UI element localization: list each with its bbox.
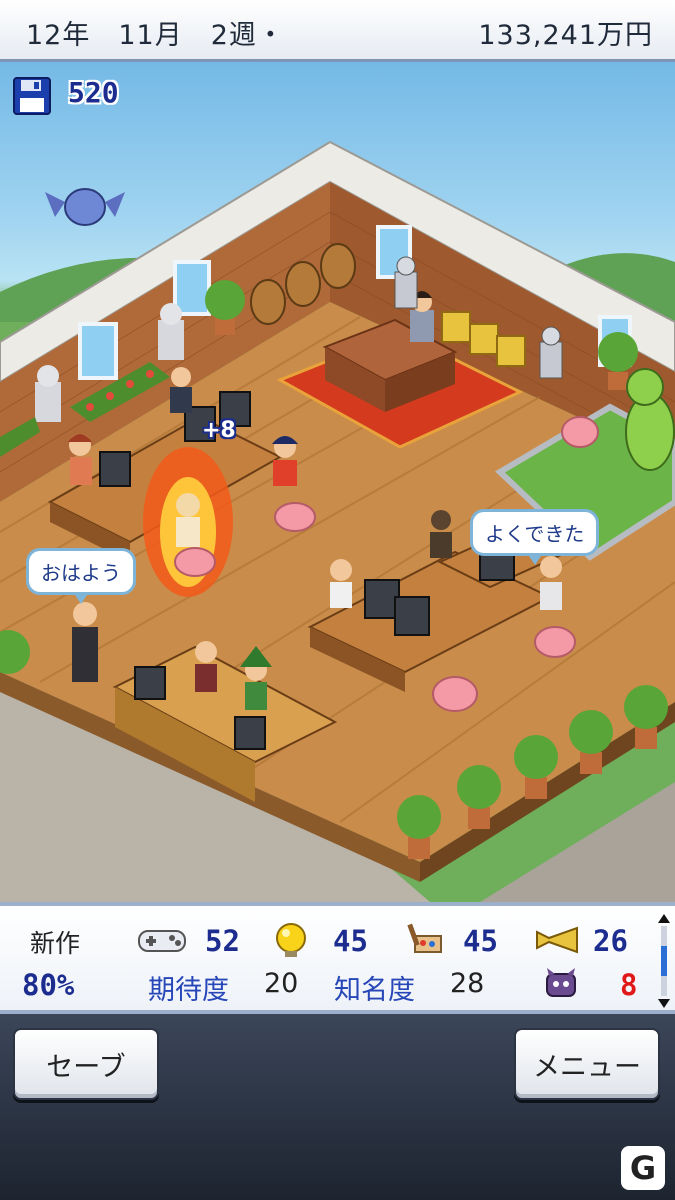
expectation-label: 期待度 — [148, 975, 229, 1006]
office-scene[interactable]: 520 +8 おはよう よくできた — [0, 62, 675, 902]
fame-value: 28 — [450, 968, 485, 999]
horn-icon — [535, 924, 581, 960]
fun-stat-value: 52 — [205, 924, 240, 958]
game-date: 12年 11月 2週・ — [26, 20, 285, 51]
save-button[interactable]: セーブ — [13, 1028, 159, 1100]
creativity-stat-value: 45 — [333, 924, 368, 958]
graphics-stat-value: 45 — [463, 924, 498, 958]
research-points-count: 520 — [68, 76, 119, 109]
office-map — [0, 140, 675, 902]
bug-monster-icon — [543, 966, 579, 1006]
speech-bubble-right: よくできた — [470, 509, 600, 565]
speech-bubble-left: おはよう — [26, 548, 136, 604]
top-status-bar: 12年 11月 2週・ 133,241万円 — [0, 0, 675, 62]
money-display: 133,241万円 — [478, 20, 653, 51]
fame-label: 知名度 — [334, 975, 415, 1006]
game-status-panel: 新作 80% 52 45 45 26 期待度 20 知名度 28 8 — [0, 902, 675, 1014]
bug-count: 8 — [620, 968, 638, 1002]
status-scrollbar[interactable] — [657, 914, 671, 1008]
paint-brush-icon — [405, 920, 445, 964]
gamepad-icon — [138, 928, 186, 958]
watermark-logo: G — [621, 1146, 665, 1190]
floppy-disk-icon — [12, 76, 52, 120]
sound-stat-value: 26 — [593, 924, 628, 958]
points-gain-popup: +8 — [202, 418, 236, 443]
lightbulb-icon — [272, 922, 310, 964]
menu-button[interactable]: メニュー — [514, 1028, 660, 1100]
bottom-menu-bar: セーブ メニュー G — [0, 1014, 675, 1200]
expectation-value: 20 — [264, 968, 299, 999]
new-title-label: 新作 — [30, 929, 81, 958]
development-progress: 80% — [22, 968, 75, 1002]
